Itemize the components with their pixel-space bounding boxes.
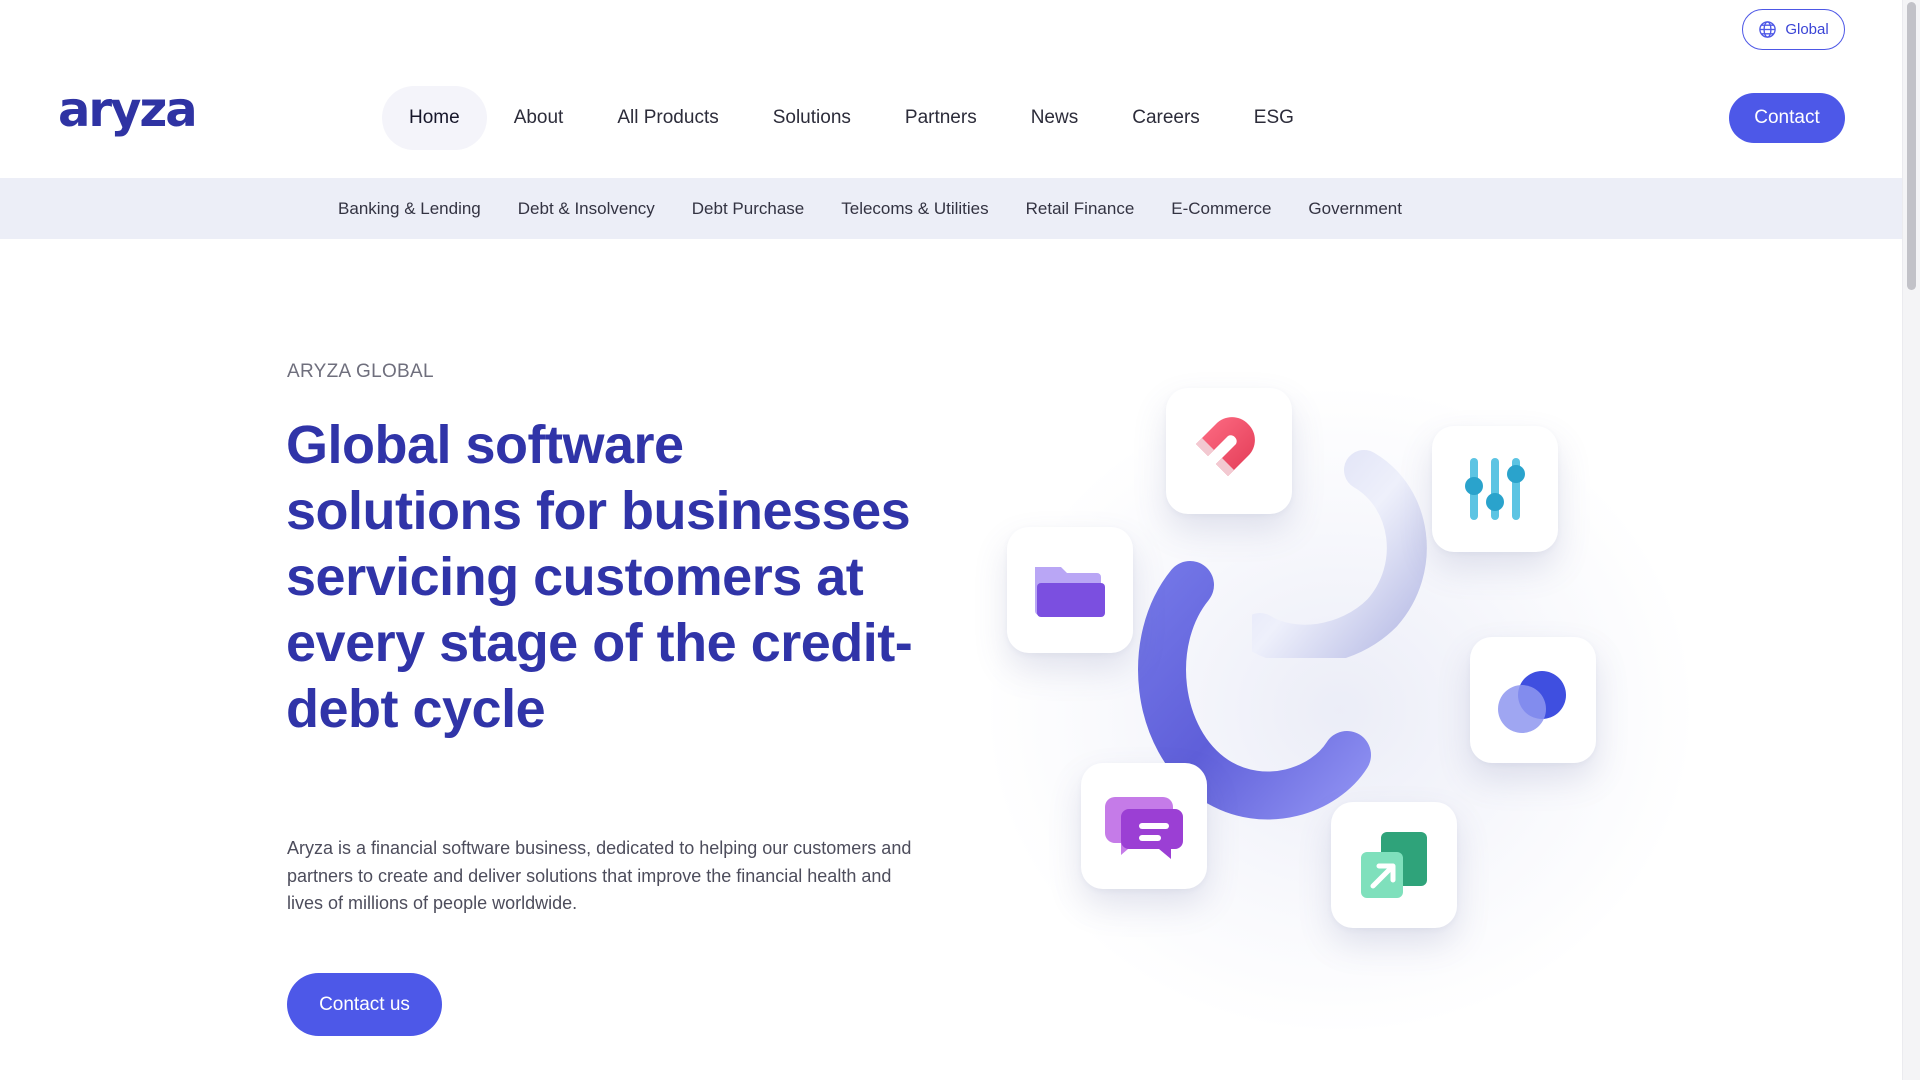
- sector-subnav: Banking & Lending Debt & Insolvency Debt…: [0, 178, 1902, 239]
- magnet-tile: [1166, 388, 1292, 514]
- sliders-icon: [1465, 458, 1525, 520]
- magnet-icon: [1196, 417, 1255, 476]
- hero-illustration: [930, 350, 1750, 1080]
- contact-button[interactable]: Contact: [1729, 93, 1845, 143]
- subnav-banking-lending[interactable]: Banking & Lending: [338, 199, 481, 219]
- chat-tile: [1081, 763, 1207, 889]
- main-nav: Home About All Products Solutions Partne…: [382, 86, 1321, 150]
- scrollbar-thumb[interactable]: [1907, 2, 1916, 290]
- subnav-telecoms-utilities[interactable]: Telecoms & Utilities: [841, 199, 988, 219]
- nav-partners[interactable]: Partners: [878, 86, 1004, 150]
- subnav-e-commerce[interactable]: E-Commerce: [1171, 199, 1271, 219]
- nav-home[interactable]: Home: [382, 86, 487, 150]
- region-selector-button[interactable]: Global: [1742, 9, 1845, 50]
- nav-news[interactable]: News: [1004, 86, 1106, 150]
- page-scrollbar[interactable]: [1902, 0, 1920, 1080]
- subnav-debt-insolvency[interactable]: Debt & Insolvency: [518, 199, 655, 219]
- subnav-debt-purchase[interactable]: Debt Purchase: [692, 199, 804, 219]
- nav-about[interactable]: About: [487, 86, 591, 150]
- chat-icon: [1105, 797, 1183, 859]
- nav-all-products[interactable]: All Products: [590, 86, 745, 150]
- nav-careers[interactable]: Careers: [1105, 86, 1227, 150]
- subnav-government[interactable]: Government: [1308, 199, 1402, 219]
- subnav-retail-finance[interactable]: Retail Finance: [1026, 199, 1135, 219]
- arrow-square-icon: [1361, 832, 1427, 898]
- hero-title: Global software solutions for businesses…: [286, 415, 913, 739]
- logo-wordmark: aryza: [58, 86, 196, 138]
- hero-eyebrow: ARYZA GLOBAL: [287, 361, 434, 382]
- sliders-tile: [1432, 426, 1558, 552]
- circles-icon: [1498, 671, 1566, 733]
- folder-icon: [1035, 567, 1105, 617]
- globe-icon: [1759, 21, 1777, 38]
- folder-tile: [1007, 527, 1133, 653]
- contact-us-button[interactable]: Contact us: [287, 973, 442, 1036]
- site-header: Global aryza Home About All Products Sol…: [0, 0, 1902, 178]
- aryza-logo[interactable]: aryza: [58, 86, 200, 142]
- nav-solutions[interactable]: Solutions: [746, 86, 878, 150]
- arrow-square-tile: [1331, 802, 1457, 928]
- nav-esg[interactable]: ESG: [1227, 86, 1321, 150]
- circles-tile: [1470, 637, 1596, 763]
- region-selector-label: Global: [1785, 21, 1829, 38]
- hero-description: Aryza is a financial software business, …: [287, 838, 912, 913]
